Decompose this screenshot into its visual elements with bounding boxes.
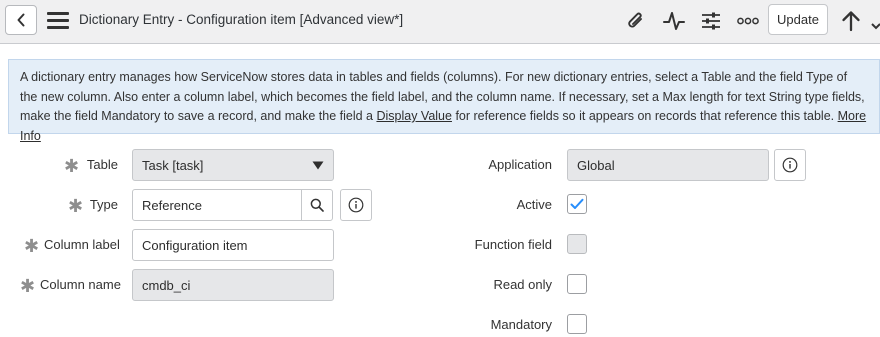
dropdown-arrow-icon [312,161,324,170]
form-header: Dictionary Entry - Configuration item [A… [0,0,880,44]
table-select[interactable]: Task [task] [132,149,334,181]
mandatory-checkbox[interactable] [567,314,587,334]
sliders-icon [702,12,720,30]
back-button[interactable] [5,5,37,35]
info-text-end: for reference fields so it appears on re… [451,109,835,123]
mandatory-label: Mandatory [490,317,552,332]
info-message: A dictionary entry manages how ServiceNo… [8,59,880,143]
column-name-label: Column name [40,277,121,292]
paperclip-icon [628,12,642,28]
function-field-checkbox[interactable] [567,234,587,254]
function-field-label: Function field [474,237,552,252]
application-label: Application [488,157,552,172]
type-input[interactable]: Reference [132,189,302,221]
active-label: Active [516,197,552,212]
page-title: Dictionary Entry - Configuration item [A… [79,12,404,27]
activity-button[interactable] [662,9,686,33]
next-record-button[interactable] [870,9,880,33]
display-value-link[interactable]: Display Value [376,109,452,123]
type-lookup-button[interactable] [301,189,333,221]
application-input[interactable]: Global [567,149,769,181]
previous-record-button[interactable] [840,9,862,33]
column-name-input[interactable]: cmdb_ci [132,269,334,301]
column-label-value: Configuration item [142,237,248,253]
application-info-button[interactable] [774,149,806,181]
column-label-input[interactable]: Configuration item [132,229,334,261]
info-icon [348,197,364,213]
chevron-left-icon [17,13,25,27]
type-value: Reference [142,197,202,213]
personalize-form-button[interactable] [699,9,723,33]
arrow-up-icon [842,11,860,32]
read-only-label: Read only [493,277,552,292]
search-icon [310,198,324,212]
application-value: Global [577,157,615,173]
table-label: Table [86,157,118,172]
type-info-button[interactable] [340,189,372,221]
read-only-checkbox[interactable] [567,274,587,294]
checkmark-icon [570,198,584,209]
column-label-label: Column label [44,237,120,252]
column-name-value: cmdb_ci [142,277,191,293]
attachment-button[interactable] [625,9,647,33]
chevron-down-icon [871,23,880,30]
more-options-button[interactable] [736,9,760,33]
type-label: Type [89,197,118,212]
required-asterisk-icon: ✱ [20,276,36,296]
activity-icon [663,12,685,30]
required-asterisk-icon: ✱ [64,156,80,176]
update-button[interactable]: Update [768,4,828,35]
required-asterisk-icon: ✱ [68,196,84,216]
info-icon [782,157,798,173]
required-asterisk-icon: ✱ [24,236,40,256]
menu-icon[interactable] [47,12,69,29]
more-icon [737,17,759,25]
table-value: Task [task] [142,157,204,173]
active-checkbox[interactable] [567,194,587,214]
